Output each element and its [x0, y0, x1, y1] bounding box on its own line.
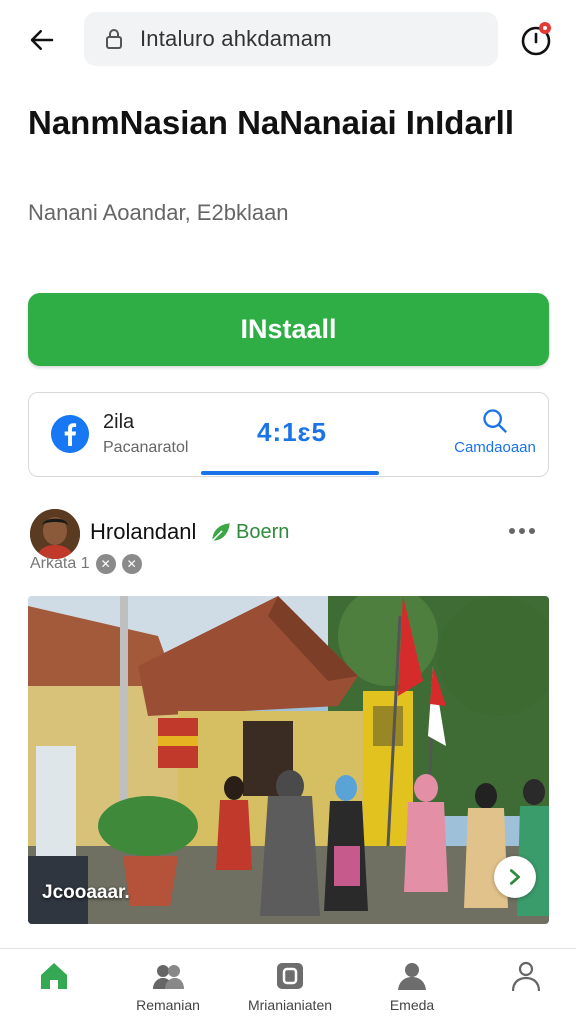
- bottom-navigation: Remanian Mrianianiaten Emeda: [0, 948, 576, 1024]
- search-button[interactable]: Camdaoaan: [453, 407, 537, 465]
- badge-label: Boern: [236, 520, 290, 543]
- lock-icon: [106, 29, 122, 49]
- post-photo[interactable]: Jcooaaar.: [28, 596, 549, 924]
- nav-home[interactable]: [34, 959, 74, 1019]
- app-title: NanmNasian NaNanaiai InIdarll: [28, 104, 514, 141]
- meta-label: Arkata 1: [30, 555, 90, 572]
- tools-icon: ✕: [95, 554, 116, 574]
- nav-label-remanian: Remanian: [136, 997, 200, 1013]
- nav-label-emeda: Emeda: [389, 997, 435, 1013]
- active-tab-indicator: [201, 471, 379, 475]
- avatar-image: [30, 509, 80, 559]
- post-meta: Arkata 1 ✕ ✕: [30, 554, 142, 574]
- nav-label-mrianianiaten: Mrianianiaten: [247, 997, 333, 1013]
- alarm-button[interactable]: [516, 20, 556, 60]
- search-icon: [483, 409, 507, 433]
- card-name: 2ila: [103, 411, 135, 433]
- close-small-icon: ✕: [121, 554, 142, 574]
- next-image-button[interactable]: [494, 856, 536, 898]
- search-label: Camdaoaan: [454, 439, 536, 456]
- author-badge: Boern: [208, 519, 289, 545]
- arrow-left-icon: [30, 30, 54, 50]
- info-card[interactable]: 2ila Pacanaratol 4:1ɛ5 Camdaoaan: [28, 392, 549, 477]
- village-scene-image: [28, 596, 549, 924]
- back-button[interactable]: [22, 20, 62, 60]
- nav-mrianianiaten[interactable]: Mrianianiaten: [240, 959, 340, 1019]
- app-subtitle: Nanani Aoandar, E2bklaan: [28, 200, 289, 225]
- app-box-icon: [277, 963, 303, 989]
- author-avatar[interactable]: [30, 509, 80, 559]
- install-button[interactable]: INstaall: [28, 293, 549, 366]
- profile-outline-icon: [511, 961, 541, 992]
- chevron-right-icon: [509, 869, 521, 885]
- author-name[interactable]: Hrolandanl: [90, 519, 196, 545]
- facebook-icon: [51, 415, 89, 453]
- photo-caption: Jcooaaar.: [42, 882, 130, 903]
- alarm-clock-icon: [521, 22, 551, 56]
- top-bar: Intaluro ahkdamam: [0, 0, 576, 78]
- people-icon: [153, 965, 184, 989]
- card-time: 4:1ɛ5: [257, 417, 327, 447]
- leaf-icon: [211, 523, 230, 542]
- nav-emeda[interactable]: Emeda: [384, 959, 440, 1019]
- more-options-button[interactable]: [504, 516, 540, 546]
- more-horizontal-icon: [509, 528, 535, 534]
- nav-remanian[interactable]: Remanian: [128, 959, 208, 1019]
- nav-profile[interactable]: [506, 959, 546, 1019]
- address-bar[interactable]: Intaluro ahkdamam: [84, 12, 498, 66]
- card-subtitle: Pacanaratol: [103, 439, 189, 456]
- person-icon: [398, 963, 426, 990]
- home-icon: [41, 963, 67, 989]
- url-text: Intaluro ahkdamam: [140, 26, 332, 51]
